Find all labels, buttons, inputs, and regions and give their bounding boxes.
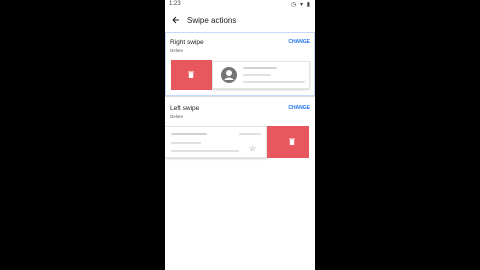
status-icons: ◷ ▾ ▮ (291, 2, 311, 8)
placeholder-line (243, 67, 277, 69)
right-swipe-section[interactable]: Right swipe Delete CHANGE (165, 32, 315, 94)
avatar (221, 67, 237, 83)
left-swipe-action: Delete (170, 114, 184, 119)
left-swipe-delete-background (267, 126, 309, 158)
right-swipe-preview-card (212, 61, 310, 89)
app-bar: Swipe actions (165, 10, 315, 32)
trash-icon (289, 138, 295, 145)
right-swipe-title: Right swipe (170, 39, 204, 46)
left-swipe-section[interactable]: Left swipe Delete CHANGE ☆ (165, 97, 315, 167)
placeholder-line (171, 142, 201, 144)
left-swipe-preview-card: ☆ (165, 126, 267, 158)
status-bar: 1:23 ◷ ▾ ▮ (165, 0, 315, 10)
star-icon: ☆ (249, 144, 257, 153)
placeholder-line (171, 150, 239, 152)
right-swipe-delete-background (171, 60, 212, 90)
status-time: 1:23 (169, 1, 181, 7)
placeholder-line (243, 74, 271, 76)
page-title: Swipe actions (187, 16, 237, 25)
placeholder-line (239, 133, 261, 135)
placeholder-line (171, 133, 207, 135)
right-swipe-change-button[interactable]: CHANGE (288, 39, 310, 45)
right-swipe-action: Delete (170, 48, 184, 53)
arrow-back-icon[interactable] (171, 15, 181, 25)
left-swipe-change-button[interactable]: CHANGE (288, 105, 310, 111)
left-swipe-title: Left swipe (170, 105, 200, 112)
person-icon (224, 70, 234, 80)
trash-icon (188, 71, 194, 78)
phone-screen: 1:23 ◷ ▾ ▮ Swipe actions Right swipe Del… (165, 0, 315, 270)
placeholder-line (243, 81, 305, 83)
